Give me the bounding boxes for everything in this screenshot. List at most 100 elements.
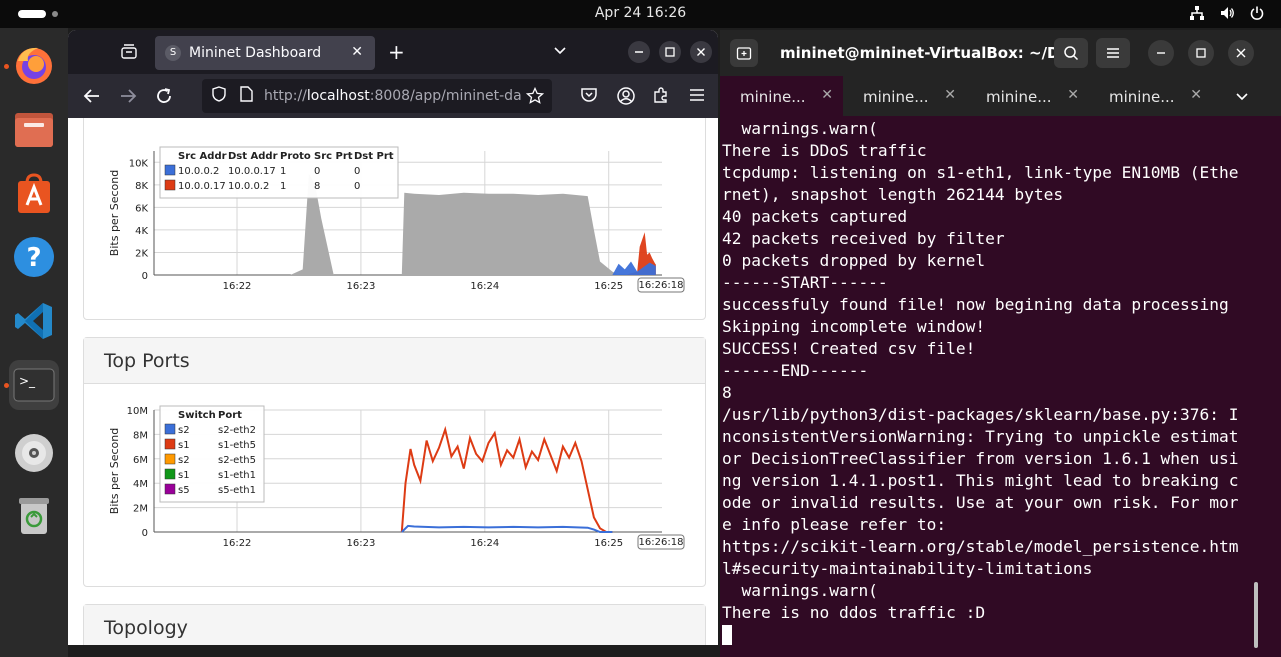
legend-cell: 0 — [314, 166, 320, 177]
system-tray[interactable] — [1189, 5, 1265, 25]
forward-arrow-icon[interactable] — [118, 86, 138, 110]
close-tab-icon[interactable]: ✕ — [821, 87, 833, 103]
terminal-tab-4[interactable]: minine... ✕ — [1089, 76, 1212, 116]
terminal-line: rnet), snapshot length 262144 bytes — [722, 185, 1064, 204]
vscode-icon — [15, 303, 52, 339]
close-window-button[interactable] — [690, 41, 712, 67]
y-tick-label: 10K — [129, 158, 149, 169]
new-tab-icon — [736, 47, 752, 60]
clock[interactable]: Apr 24 16:26 — [0, 5, 1281, 21]
tab-mininet-dashboard[interactable]: S Mininet Dashboard ✕ — [155, 36, 375, 70]
terminal-line: 8 — [722, 383, 732, 402]
tabs-dropdown-chevron-icon[interactable] — [1234, 88, 1250, 108]
terminal-line: Skipping incomplete window! — [722, 317, 986, 336]
time-marker-label: 16:26:18 — [639, 280, 684, 291]
reload-icon[interactable] — [154, 86, 174, 110]
pocket-icon[interactable] — [580, 86, 598, 108]
y-tick-label: 8K — [135, 181, 148, 192]
power-icon[interactable] — [1249, 5, 1265, 25]
terminal-line: nconsistentVersionWarning: Trying to unp… — [722, 427, 1239, 446]
legend-header: Src Prt — [314, 151, 353, 162]
top-ports-card: Top Ports 0 2M 4M 6M 8M 10M 16:22 16:23 16:24 16:… — [83, 337, 706, 587]
legend-swatch — [164, 438, 176, 450]
legend-cell: s2-eth5 — [218, 455, 256, 466]
terminal-header-bar: mininet@mininet-VirtualBox: ~/Do... — [720, 30, 1281, 76]
x-tick-label: 16:23 — [347, 281, 376, 292]
maximize-button[interactable] — [659, 41, 681, 67]
minimize-button[interactable] — [628, 41, 650, 67]
terminal-line: successfuly found file! now begining dat… — [722, 295, 1229, 314]
terminal-tab-1[interactable]: minine... ✕ — [720, 76, 843, 116]
legend-cell: s5 — [178, 485, 190, 496]
close-tab-icon[interactable]: ✕ — [1067, 87, 1079, 103]
series-area-2 — [612, 261, 656, 275]
legend-swatch — [164, 179, 176, 191]
extensions-icon[interactable] — [652, 86, 670, 108]
browser-tab-bar: S Mininet Dashboard ✕ + — [68, 30, 718, 74]
help-launcher[interactable]: ? — [9, 232, 59, 282]
terminal-line: 0 packets dropped by kernel — [722, 251, 986, 270]
trash-launcher[interactable] — [9, 490, 59, 540]
terminal-menu-button[interactable] — [1096, 38, 1130, 68]
close-tab-icon[interactable]: ✕ — [944, 87, 956, 103]
files-launcher[interactable] — [9, 104, 59, 154]
network-icon[interactable] — [1189, 5, 1205, 25]
dock: ? >_ — [0, 28, 68, 657]
series-line-1 — [401, 524, 613, 533]
terminal-maximize-button[interactable] — [1188, 40, 1214, 66]
legend-swatch — [164, 453, 176, 465]
y-tick-label: 4M — [133, 479, 148, 490]
disc-launcher[interactable] — [9, 428, 59, 478]
close-tab-icon[interactable]: ✕ — [1190, 87, 1202, 103]
account-icon[interactable] — [616, 86, 636, 110]
legend-cell: s5-eth1 — [218, 485, 256, 496]
y-tick-label: 0 — [142, 271, 148, 282]
terminal-scrollbar[interactable] — [1254, 582, 1258, 648]
top-ports-chart: 02M4M6M8M10M16:2216:2316:2416:2516:2Bits… — [108, 405, 685, 550]
top-ports-title: Top Ports — [84, 338, 705, 384]
legend-cell: s2 — [178, 455, 190, 466]
terminal-line: warnings.warn( — [722, 581, 878, 600]
y-tick-label: 6M — [133, 455, 148, 466]
terminal-launcher[interactable]: >_ — [9, 360, 59, 410]
site-favicon-icon: S — [165, 45, 181, 61]
bookmark-star-icon[interactable] — [525, 86, 545, 109]
time-marker-label: 16:26:18 — [639, 537, 684, 548]
y-tick-label: 4K — [135, 226, 148, 237]
svg-text:?: ? — [26, 243, 41, 273]
legend-cell: 1 — [280, 181, 286, 192]
list-all-tabs-chevron-icon[interactable] — [552, 42, 568, 62]
back-arrow-icon[interactable] — [82, 86, 102, 110]
page-info-icon[interactable] — [238, 85, 254, 107]
terminal-minimize-button[interactable] — [1148, 40, 1174, 66]
terminal-output[interactable]: warnings.warn(There is DDoS traffic tcpdu… — [722, 118, 1257, 645]
new-tab-button[interactable]: + — [388, 40, 405, 64]
terminal-line: /usr/lib/python3/dist-packages/sklearn/b… — [722, 405, 1239, 424]
terminal-line: 40 packets captured — [722, 207, 908, 226]
terminal-line: There is no ddos traffic :D — [722, 603, 986, 622]
terminal-search-button[interactable] — [1054, 38, 1088, 68]
terminal-tab-2[interactable]: minine... ✕ — [843, 76, 966, 116]
help-icon: ? — [14, 237, 54, 277]
y-axis-label: Bits per Second — [108, 170, 121, 256]
legend-cell: 10.0.0.2 — [178, 166, 219, 177]
tracking-shield-icon[interactable] — [210, 85, 228, 107]
series-line-0 — [400, 425, 613, 533]
tab-overview-icon[interactable] — [120, 43, 138, 65]
legend-header: Src Addr — [178, 151, 227, 162]
url-bar[interactable]: http://localhost:8008/app/mininet-da — [202, 79, 552, 113]
terminal-close-button[interactable] — [1228, 40, 1254, 66]
legend-header: Proto — [280, 151, 311, 162]
app-center-launcher[interactable] — [9, 168, 59, 218]
y-tick-label: 0 — [142, 528, 148, 539]
volume-icon[interactable] — [1219, 5, 1235, 25]
terminal-tab-3[interactable]: minine... ✕ — [966, 76, 1089, 116]
url-text[interactable]: http://localhost:8008/app/mininet-da — [264, 88, 526, 104]
close-tab-icon[interactable]: ✕ — [351, 44, 363, 60]
firefox-launcher[interactable] — [9, 40, 59, 90]
menu-hamburger-icon[interactable] — [688, 86, 706, 108]
firefox-icon — [16, 47, 52, 84]
search-icon — [1064, 46, 1079, 61]
vscode-launcher[interactable] — [9, 296, 59, 346]
new-terminal-tab-button[interactable] — [730, 39, 758, 67]
